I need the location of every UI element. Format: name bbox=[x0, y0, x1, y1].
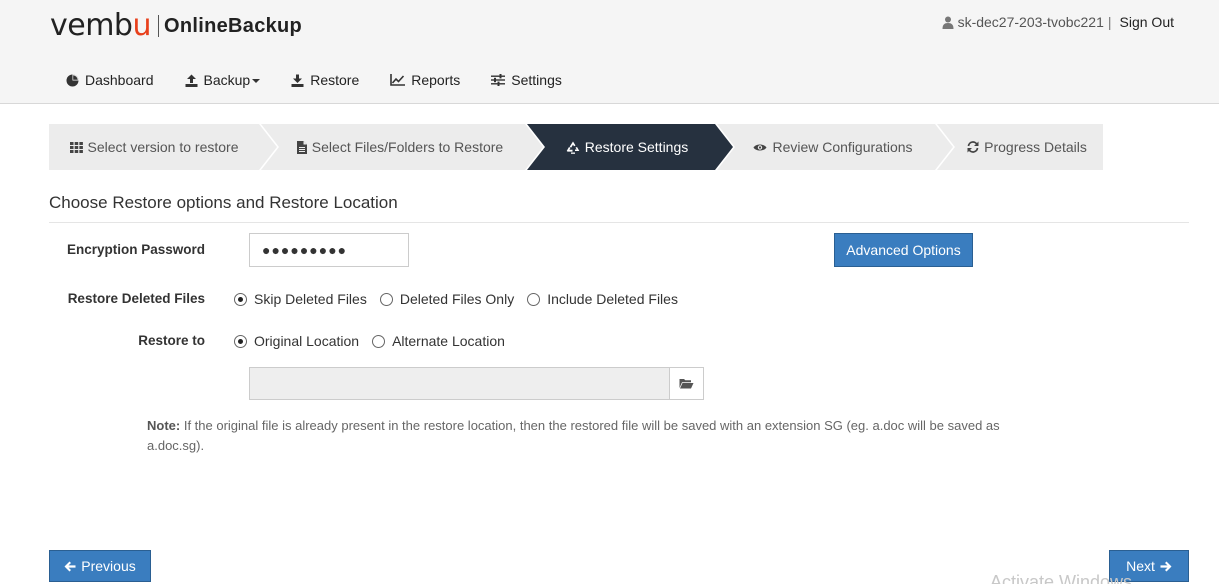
nav-backup-label: Backup bbox=[203, 72, 251, 88]
step-review-configurations[interactable]: Review Configurations bbox=[717, 124, 953, 170]
user-separator: | bbox=[1107, 14, 1112, 30]
section-divider bbox=[49, 222, 1189, 223]
line-chart-icon bbox=[390, 74, 406, 86]
step-label: Progress Details bbox=[984, 139, 1087, 155]
radio-circle bbox=[527, 292, 541, 306]
app-header: vembu OnlineBackup sk-dec27-203-tvobc221… bbox=[0, 0, 1219, 104]
advanced-options-button[interactable]: Advanced Options bbox=[834, 233, 973, 267]
refresh-icon bbox=[967, 141, 979, 153]
upload-icon bbox=[185, 74, 197, 87]
step-label: Select version to restore bbox=[87, 139, 239, 155]
step-select-files[interactable]: Select Files/Folders to Restore bbox=[261, 124, 543, 170]
app-logo[interactable]: vembu OnlineBackup bbox=[50, 8, 302, 44]
step-arrow bbox=[935, 124, 953, 170]
arrow-right-icon bbox=[1160, 561, 1172, 571]
note-text: If the original file is already present … bbox=[147, 418, 1000, 453]
pie-chart-icon bbox=[66, 74, 79, 86]
activate-windows-watermark: Activate Windows bbox=[990, 572, 1133, 584]
radio-circle bbox=[234, 334, 247, 348]
nav-reports-label: Reports bbox=[411, 72, 461, 88]
radio-label: Original Location bbox=[254, 333, 360, 349]
encryption-password-label: Encryption Password bbox=[66, 242, 205, 257]
nav-restore-label: Restore bbox=[310, 72, 360, 88]
browse-folder-button[interactable] bbox=[669, 367, 704, 400]
folder-open-icon bbox=[679, 379, 694, 389]
step-progress-details[interactable]: Progress Details bbox=[937, 124, 1103, 170]
sign-out-link[interactable]: Sign Out bbox=[1120, 14, 1174, 30]
step-arrow bbox=[525, 124, 543, 170]
note-label: Note: bbox=[147, 418, 181, 433]
recycle-icon bbox=[566, 141, 580, 154]
radio-label: Deleted Files Only bbox=[399, 291, 515, 307]
restore-to-group: Original Location Alternate Location bbox=[234, 333, 518, 349]
user-icon bbox=[942, 16, 954, 29]
restore-to-label: Restore to bbox=[138, 333, 205, 348]
step-label: Restore Settings bbox=[584, 139, 689, 155]
logo-product: OnlineBackup bbox=[164, 14, 303, 37]
previous-label: Previous bbox=[81, 558, 136, 574]
download-icon bbox=[291, 74, 304, 87]
wizard-steps: Select version to restore Select Files/F… bbox=[49, 124, 1105, 170]
file-icon bbox=[296, 140, 307, 154]
restore-note: Note: If the original file is already pr… bbox=[147, 416, 1047, 456]
radio-circle bbox=[372, 334, 386, 348]
radio-label: Alternate Location bbox=[392, 333, 505, 349]
radio-original-location[interactable]: Original Location bbox=[234, 333, 359, 349]
restore-deleted-files-label: Restore Deleted Files bbox=[67, 291, 205, 306]
radio-circle bbox=[234, 292, 247, 306]
radio-alternate-location[interactable]: Alternate Location bbox=[372, 333, 505, 349]
step-label: Select Files/Folders to Restore bbox=[311, 139, 504, 155]
nav-restore[interactable]: Restore bbox=[291, 72, 359, 88]
section-title: Choose Restore options and Restore Locat… bbox=[49, 193, 398, 212]
nav-settings[interactable]: Settings bbox=[491, 72, 562, 88]
sliders-icon bbox=[491, 74, 506, 86]
eye-icon bbox=[753, 144, 767, 150]
user-area: sk-dec27-203-tvobc221 | Sign Out bbox=[942, 14, 1174, 30]
radio-deleted-files-only[interactable]: Deleted Files Only bbox=[379, 291, 515, 307]
main-nav: Dashboard Backup Restore Reports Setting… bbox=[66, 72, 593, 88]
step-label: Review Configurations bbox=[772, 139, 913, 155]
username: sk-dec27-203-tvobc221 bbox=[957, 14, 1104, 30]
grid-icon bbox=[69, 141, 83, 153]
nav-settings-label: Settings bbox=[511, 72, 562, 88]
step-restore-settings[interactable]: Restore Settings bbox=[527, 124, 733, 170]
nav-dashboard[interactable]: Dashboard bbox=[66, 72, 154, 88]
radio-skip-deleted-files[interactable]: Skip Deleted Files bbox=[234, 291, 367, 307]
logo-brand: vembu bbox=[50, 8, 151, 43]
restore-deleted-files-group: Skip Deleted Files Deleted Files Only In… bbox=[234, 291, 691, 307]
arrow-left-icon bbox=[64, 561, 76, 571]
step-arrow bbox=[259, 124, 277, 170]
nav-backup[interactable]: Backup bbox=[185, 72, 261, 88]
chevron-down-icon bbox=[252, 79, 261, 83]
restore-path-input[interactable] bbox=[249, 367, 670, 400]
logo-separator bbox=[158, 15, 159, 37]
radio-circle bbox=[379, 292, 393, 306]
radio-label: Skip Deleted Files bbox=[254, 291, 367, 307]
nav-dashboard-label: Dashboard bbox=[85, 72, 154, 88]
step-arrow bbox=[715, 124, 733, 170]
radio-label: Include Deleted Files bbox=[547, 291, 678, 307]
previous-button[interactable]: Previous bbox=[49, 550, 151, 582]
radio-include-deleted-files[interactable]: Include Deleted Files bbox=[527, 291, 678, 307]
nav-reports[interactable]: Reports bbox=[390, 72, 460, 88]
step-select-version[interactable]: Select version to restore bbox=[49, 124, 277, 170]
encryption-password-input[interactable]: ●●●●●●●●● bbox=[249, 233, 409, 267]
